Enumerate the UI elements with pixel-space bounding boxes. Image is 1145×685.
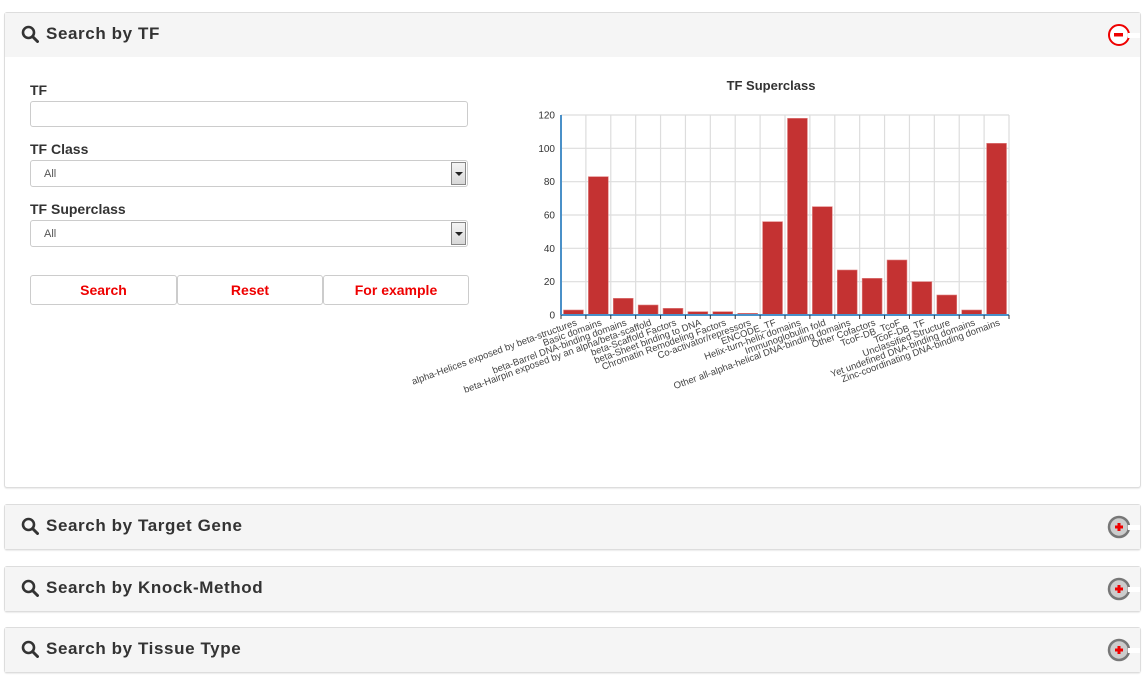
- plus-circle-icon: [1107, 515, 1140, 539]
- tf-class-value: All: [44, 168, 57, 180]
- bar[interactable]: [861, 278, 883, 316]
- y-tick-label: 20: [544, 277, 556, 288]
- panel-title-tf[interactable]: Search by TF: [21, 24, 160, 44]
- tf-superclass-label: TF Superclass: [30, 201, 126, 217]
- y-tick-label: 40: [544, 244, 556, 255]
- y-tick-label: 100: [538, 144, 555, 155]
- search-icon: [21, 579, 39, 597]
- expand-toggle[interactable]: [1106, 637, 1140, 663]
- bar[interactable]: [812, 206, 833, 316]
- panel-title-knock-method[interactable]: Search by Knock-Method: [21, 578, 263, 598]
- reset-button[interactable]: Reset: [177, 275, 323, 305]
- search-icon: [21, 25, 39, 43]
- tf-superclass-value: All: [44, 228, 57, 240]
- expand-toggle[interactable]: [1106, 514, 1140, 540]
- panel-search-by-target-gene: Search by Target Gene: [4, 504, 1141, 550]
- plus-circle-icon: [1107, 577, 1140, 601]
- panel-title-text: Search by Target Gene: [46, 516, 243, 535]
- plus-circle-icon: [1107, 638, 1140, 662]
- panel-header-target-gene[interactable]: Search by Target Gene: [5, 505, 1140, 549]
- panel-header-tf[interactable]: Search by TF: [5, 13, 1140, 57]
- tf-label: TF: [30, 82, 48, 98]
- y-tick-labels: 0 20 40 60 80 100 120: [538, 111, 555, 322]
- bar[interactable]: [762, 221, 783, 316]
- panel-title-tissue-type[interactable]: Search by Tissue Type: [21, 639, 241, 659]
- minus-circle-icon: [1108, 24, 1140, 46]
- panel-header-tissue-type[interactable]: Search by Tissue Type: [5, 628, 1140, 672]
- panel-title-text: Search by TF: [46, 24, 160, 43]
- search-icon: [21, 640, 39, 658]
- y-tick-label: 0: [549, 311, 555, 322]
- x-tick-labels: alpha-Helices exposed by beta-structures…: [410, 317, 1001, 396]
- collapse-toggle[interactable]: [1106, 22, 1140, 48]
- panel-title-text: Search by Tissue Type: [46, 639, 242, 658]
- y-tick-label: 120: [538, 111, 555, 122]
- panel-search-by-knock-method: Search by Knock-Method: [4, 566, 1141, 612]
- panel-title-text: Search by Knock-Method: [46, 578, 264, 597]
- expand-toggle[interactable]: [1106, 576, 1140, 602]
- bar[interactable]: [637, 304, 659, 316]
- y-tick-label: 80: [544, 177, 556, 188]
- search-button[interactable]: Search: [30, 275, 177, 305]
- panel-search-by-tissue-type: Search by Tissue Type: [4, 627, 1141, 673]
- bar[interactable]: [612, 298, 634, 316]
- bar[interactable]: [787, 118, 808, 316]
- bar[interactable]: [836, 269, 858, 316]
- tf-class-label: TF Class: [30, 141, 89, 157]
- panel-title-target-gene[interactable]: Search by Target Gene: [21, 516, 243, 536]
- bar[interactable]: [588, 176, 609, 316]
- y-tick-label: 60: [544, 211, 556, 222]
- bar[interactable]: [936, 294, 958, 316]
- bar[interactable]: [911, 281, 933, 316]
- search-icon: [21, 517, 39, 535]
- panel-header-knock-method[interactable]: Search by Knock-Method: [5, 567, 1140, 611]
- bar[interactable]: [886, 259, 908, 316]
- tf-superclass-chart: TF Superclass 0 20 40 60 80 100 120 alpha-Heli…: [410, 78, 1010, 396]
- bar[interactable]: [986, 143, 1007, 316]
- chart-title: TF Superclass: [727, 78, 816, 93]
- chart-grid: [560, 114, 1010, 316]
